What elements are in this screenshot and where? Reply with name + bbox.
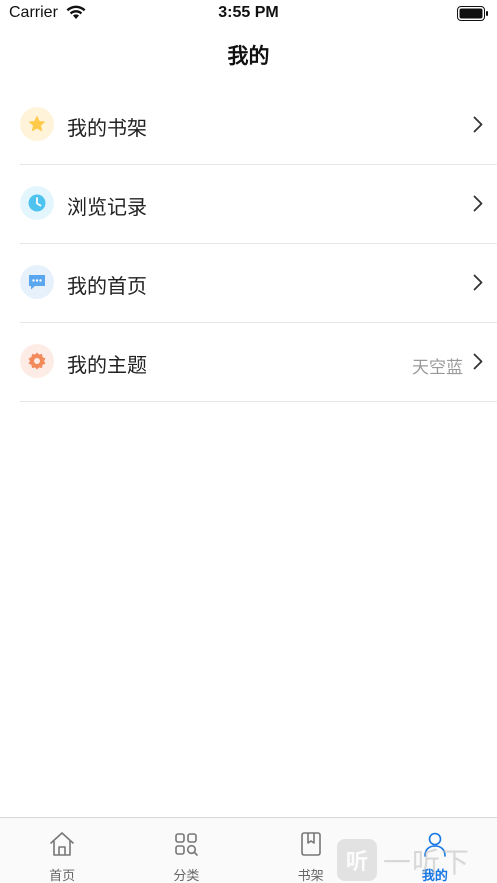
battery-icon [457, 6, 489, 25]
tab-category[interactable]: 分类 [124, 818, 248, 883]
page-title: 我的 [227, 44, 270, 68]
menu-item-label: 我的书架 [67, 116, 147, 140]
gear-icon [20, 344, 54, 378]
chevron-right-icon [473, 195, 483, 216]
watermark-logo: 听 [337, 839, 377, 881]
message-icon [20, 265, 54, 299]
status-bar: Carrier 3:55 PM [0, 0, 497, 28]
menu-item-label: 我的首页 [67, 274, 147, 298]
star-icon [20, 107, 54, 141]
category-grid-icon [172, 830, 200, 862]
tab-home[interactable]: 首页 [0, 818, 124, 883]
status-time: 3:55 PM [218, 4, 279, 21]
theme-value: 天空蓝 [412, 358, 463, 378]
menu-item-theme[interactable]: 我的主题 天空蓝 [20, 323, 497, 402]
home-icon [48, 830, 76, 862]
menu-item-label: 浏览记录 [67, 195, 147, 219]
menu-item-bookshelf[interactable]: 我的书架 [20, 86, 497, 165]
chevron-right-icon [473, 116, 483, 137]
watermark: 听 一听下载 [337, 839, 497, 883]
chevron-right-icon [473, 274, 483, 295]
menu-list: 我的书架 浏览记录 我的首页 我的主题 天空蓝 [0, 86, 497, 402]
clock-icon [20, 186, 54, 220]
watermark-text: 一听下载 [383, 846, 471, 879]
tab-label: 首页 [49, 869, 76, 883]
tab-label: 分类 [173, 869, 200, 883]
menu-item-label: 我的主题 [67, 353, 147, 377]
menu-item-history[interactable]: 浏览记录 [20, 165, 497, 244]
menu-item-homepage[interactable]: 我的首页 [20, 244, 497, 323]
chevron-right-icon [473, 353, 483, 374]
book-icon [297, 830, 325, 862]
